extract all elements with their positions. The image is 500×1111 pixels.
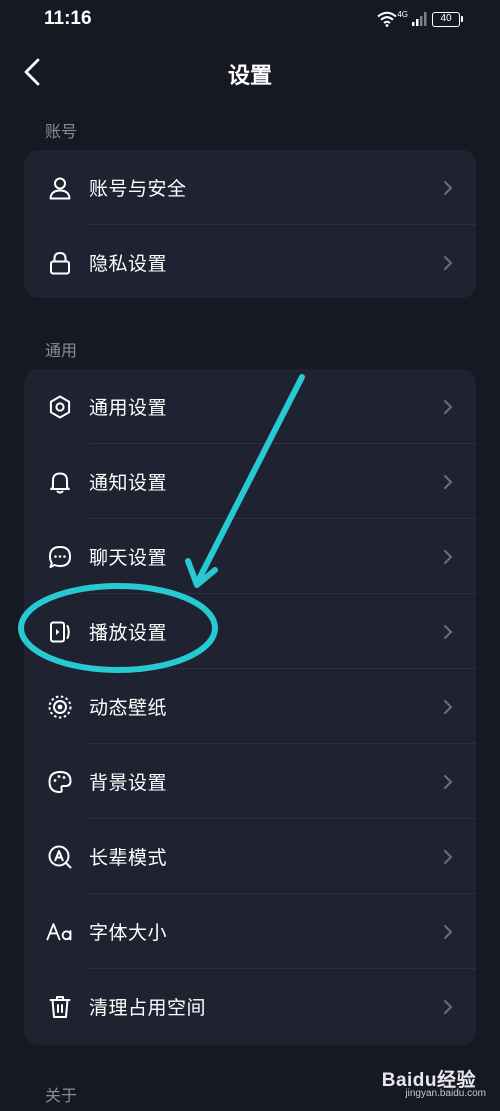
chevron-right-icon: [444, 400, 453, 414]
gear-icon: [46, 393, 74, 421]
menu-item-account-security[interactable]: 账号与安全: [24, 150, 476, 225]
chevron-right-icon: [444, 850, 453, 864]
network-type: 4G: [397, 9, 408, 19]
chevron-right-icon: [444, 550, 453, 564]
baidu-watermark: Baidu经验 jingyan.baidu.com: [354, 1065, 486, 1105]
battery-level: 40: [440, 12, 452, 24]
signal-icon: [412, 12, 427, 26]
chevron-right-icon: [444, 256, 453, 270]
menu-item-label: 账号与安全: [89, 178, 187, 200]
chevron-right-icon: [444, 181, 453, 195]
menu-item-label: 隐私设置: [89, 253, 168, 275]
elder-mode-icon: [46, 843, 74, 871]
bell-icon: [46, 468, 74, 496]
user-icon: [46, 174, 74, 202]
menu-item-label: 播放设置: [89, 622, 168, 644]
menu-item-label: 长辈模式: [89, 847, 168, 869]
chat-icon: [46, 543, 74, 571]
menu-item-privacy[interactable]: 隐私设置: [24, 225, 476, 300]
menu-item-clear-storage[interactable]: 清理占用空间: [24, 969, 476, 1044]
page-title: 设置: [227, 64, 272, 89]
menu-item-label: 聊天设置: [89, 547, 168, 569]
menu-item-live-wallpaper[interactable]: 动态壁纸: [24, 669, 476, 744]
font-size-icon: [46, 918, 74, 946]
section-label-account: 账号: [45, 122, 78, 141]
chevron-right-icon: [444, 1000, 453, 1014]
battery-icon: 40: [432, 11, 463, 27]
menu-item-chat-settings[interactable]: 聊天设置: [24, 519, 476, 594]
menu-item-label: 清理占用空间: [89, 997, 207, 1019]
chevron-right-icon: [444, 700, 453, 714]
general-card: 通用设置 通知设置 聊天设置 播放设置 动态壁纸 背景设置 长辈模式 字体大小 …: [24, 369, 476, 1045]
menu-item-label: 通知设置: [89, 472, 168, 494]
chevron-right-icon: [444, 475, 453, 489]
section-label-general: 通用: [45, 341, 78, 360]
menu-item-background-settings[interactable]: 背景设置: [24, 744, 476, 819]
lock-icon: [46, 249, 74, 277]
menu-item-label: 背景设置: [89, 772, 168, 794]
status-icons: 4G 40: [377, 9, 463, 28]
section-label-about: 关于: [45, 1086, 78, 1105]
trash-icon: [46, 993, 74, 1021]
menu-item-general-settings[interactable]: 通用设置: [24, 369, 476, 444]
menu-item-label: 字体大小: [89, 922, 168, 944]
menu-item-playback-settings[interactable]: 播放设置: [24, 594, 476, 669]
menu-item-notifications[interactable]: 通知设置: [24, 444, 476, 519]
live-wallpaper-icon: [46, 693, 74, 721]
menu-item-label: 通用设置: [89, 397, 168, 419]
chevron-right-icon: [444, 775, 453, 789]
chevron-right-icon: [444, 625, 453, 639]
watermark-url: jingyan.baidu.com: [405, 1088, 486, 1099]
chevron-right-icon: [444, 925, 453, 939]
wifi-icon: [377, 11, 397, 27]
status-bar: 11:16 4G 40: [0, 0, 500, 40]
account-card: 账号与安全 隐私设置: [24, 150, 476, 298]
status-time: 11:16: [44, 8, 92, 29]
palette-icon: [46, 768, 74, 796]
header: 设置: [0, 40, 500, 106]
menu-item-font-size[interactable]: 字体大小: [24, 894, 476, 969]
menu-item-label: 动态壁纸: [89, 697, 168, 719]
menu-item-elder-mode[interactable]: 长辈模式: [24, 819, 476, 894]
play-device-icon: [46, 618, 74, 646]
